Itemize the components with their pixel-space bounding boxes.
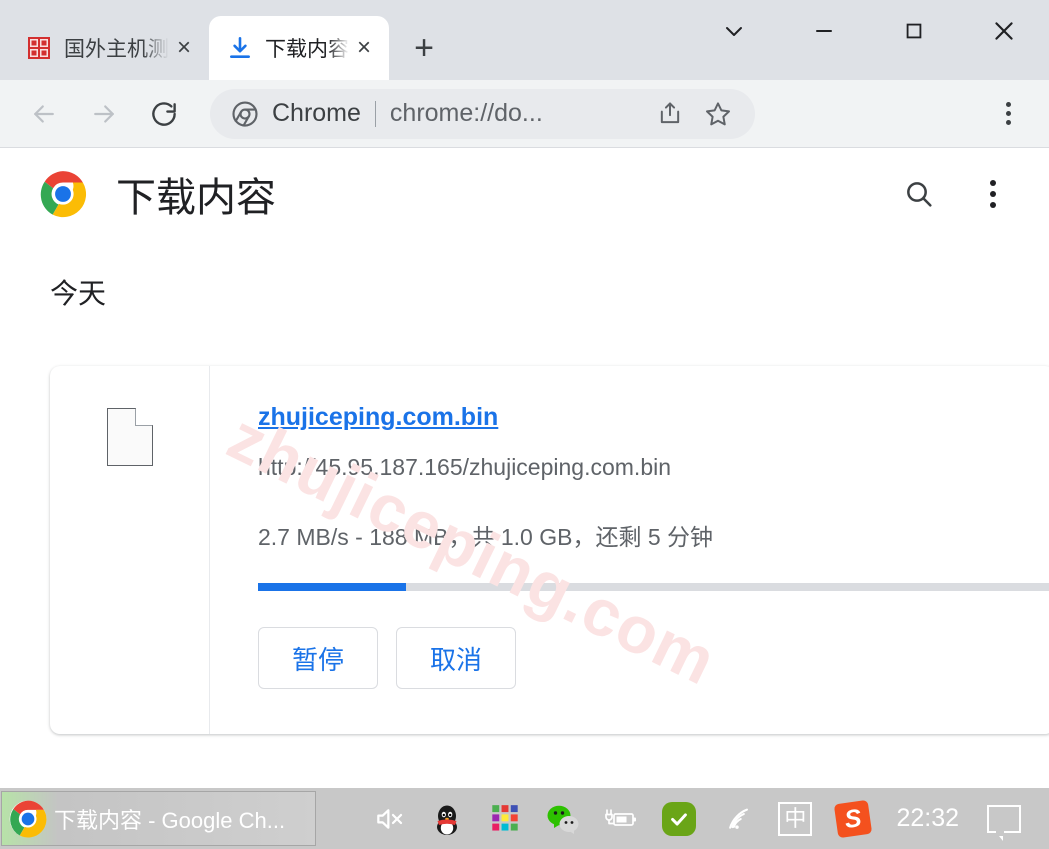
three-dot-menu-icon[interactable] xyxy=(985,91,1031,137)
download-progress-bar xyxy=(258,583,1049,592)
omnibox-url-text: chrome://do... xyxy=(389,99,543,127)
tab-guowai-zhuji[interactable]: 国外主机测 × xyxy=(8,16,209,80)
cancel-button[interactable]: 取消 xyxy=(396,627,516,690)
system-tray: 中 S 22:32 xyxy=(360,788,1049,849)
notification-bubble xyxy=(987,804,1021,841)
ime-indicator[interactable]: 中 xyxy=(772,796,818,842)
download-file-icon-cell xyxy=(50,366,210,734)
forward-arrow-icon[interactable] xyxy=(78,88,130,140)
tab-title: 下载内容 xyxy=(265,38,349,61)
window-controls xyxy=(689,0,1049,62)
tab-search-button[interactable] xyxy=(689,0,779,62)
close-icon[interactable]: × xyxy=(349,33,379,63)
maximize-button[interactable] xyxy=(869,0,959,62)
downloads-page: zhujiceping.com 下载内容 今天 zhujiceping.com.… xyxy=(0,148,1049,788)
download-progress-fill xyxy=(258,583,406,592)
tab-downloads[interactable]: 下载内容 × xyxy=(209,16,389,80)
browser-toolbar: Chrome chrome://do... xyxy=(0,80,1049,148)
omnibox-separator xyxy=(374,100,376,127)
menu-dot xyxy=(990,191,996,197)
generic-file-icon xyxy=(106,408,153,466)
menu-dot xyxy=(1005,111,1011,116)
minimize-button[interactable] xyxy=(779,0,869,62)
date-group-heading: 今天 xyxy=(50,278,107,309)
ime-label: 中 xyxy=(778,801,813,836)
app-grid-icon[interactable] xyxy=(482,796,528,842)
chrome-logo xyxy=(38,169,88,219)
windows-taskbar: 下载内容 - Google Ch... 中 S 22:32 xyxy=(0,788,1049,849)
security-check-icon[interactable] xyxy=(656,796,702,842)
download-source-url: http://45.95.187.165/zhujiceping.com.bin xyxy=(258,454,672,480)
new-tab-button[interactable]: + xyxy=(401,25,447,71)
search-icon[interactable] xyxy=(893,168,945,220)
close-window-button[interactable] xyxy=(959,0,1049,62)
downloads-toolbar-actions xyxy=(871,168,1019,220)
pause-button[interactable]: 暂停 xyxy=(258,627,378,690)
taskbar-window-label: 下载内容 - Google Ch... xyxy=(54,807,286,833)
download-status-text: 2.7 MB/s - 188 MB，共 1.0 GB，还剩 5 分钟 xyxy=(258,523,714,550)
menu-dot xyxy=(990,180,996,186)
sogou-label: S xyxy=(834,799,873,838)
menu-dot xyxy=(990,202,996,208)
wechat-icon[interactable] xyxy=(540,796,586,842)
red-seal-favicon xyxy=(26,35,52,61)
downloads-page-header: 下载内容 xyxy=(0,148,1049,240)
notification-icon[interactable] xyxy=(981,796,1027,842)
close-icon[interactable]: × xyxy=(169,33,199,63)
sogou-input-icon[interactable]: S xyxy=(830,796,876,842)
qq-icon[interactable] xyxy=(424,796,470,842)
menu-dot xyxy=(1005,120,1011,125)
chrome-icon xyxy=(230,99,260,129)
check-icon xyxy=(662,801,697,836)
download-item-card[interactable]: zhujiceping.com.bin http://45.95.187.165… xyxy=(50,366,1049,734)
download-item-details: zhujiceping.com.bin http://45.95.187.165… xyxy=(210,366,1049,734)
chrome-logo xyxy=(8,799,48,839)
page-title: 下载内容 xyxy=(116,176,276,220)
back-arrow-icon[interactable] xyxy=(18,88,70,140)
download-file-name-link[interactable]: zhujiceping.com.bin xyxy=(258,402,498,432)
download-action-buttons: 暂停 取消 xyxy=(258,627,1049,690)
share-icon[interactable] xyxy=(649,93,691,135)
taskbar-clock[interactable]: 22:32 xyxy=(896,804,959,833)
menu-dot xyxy=(1005,102,1011,107)
downloads-list: 今天 zhujiceping.com.bin http://45.95.187.… xyxy=(0,240,1049,734)
wifi-icon[interactable] xyxy=(714,796,760,842)
reload-icon[interactable] xyxy=(138,88,190,140)
tab-strip: 国外主机测 × 下载内容 × + xyxy=(0,0,1049,80)
battery-charging-icon[interactable] xyxy=(598,796,644,842)
volume-muted-icon[interactable] xyxy=(366,796,412,842)
taskbar-window-button-chrome[interactable]: 下载内容 - Google Ch... xyxy=(1,791,316,846)
star-icon[interactable] xyxy=(697,93,739,135)
file-corner-fold xyxy=(134,408,153,426)
tab-title: 国外主机测 xyxy=(64,38,169,61)
omnibox-scheme-label: Chrome xyxy=(272,99,361,127)
address-bar[interactable]: Chrome chrome://do... xyxy=(210,88,755,139)
browser-window: 国外主机测 × 下载内容 × + Chrome chrome://do... z… xyxy=(0,0,1049,788)
download-arrow-icon xyxy=(227,35,253,61)
three-dot-menu-icon[interactable] xyxy=(967,168,1019,220)
